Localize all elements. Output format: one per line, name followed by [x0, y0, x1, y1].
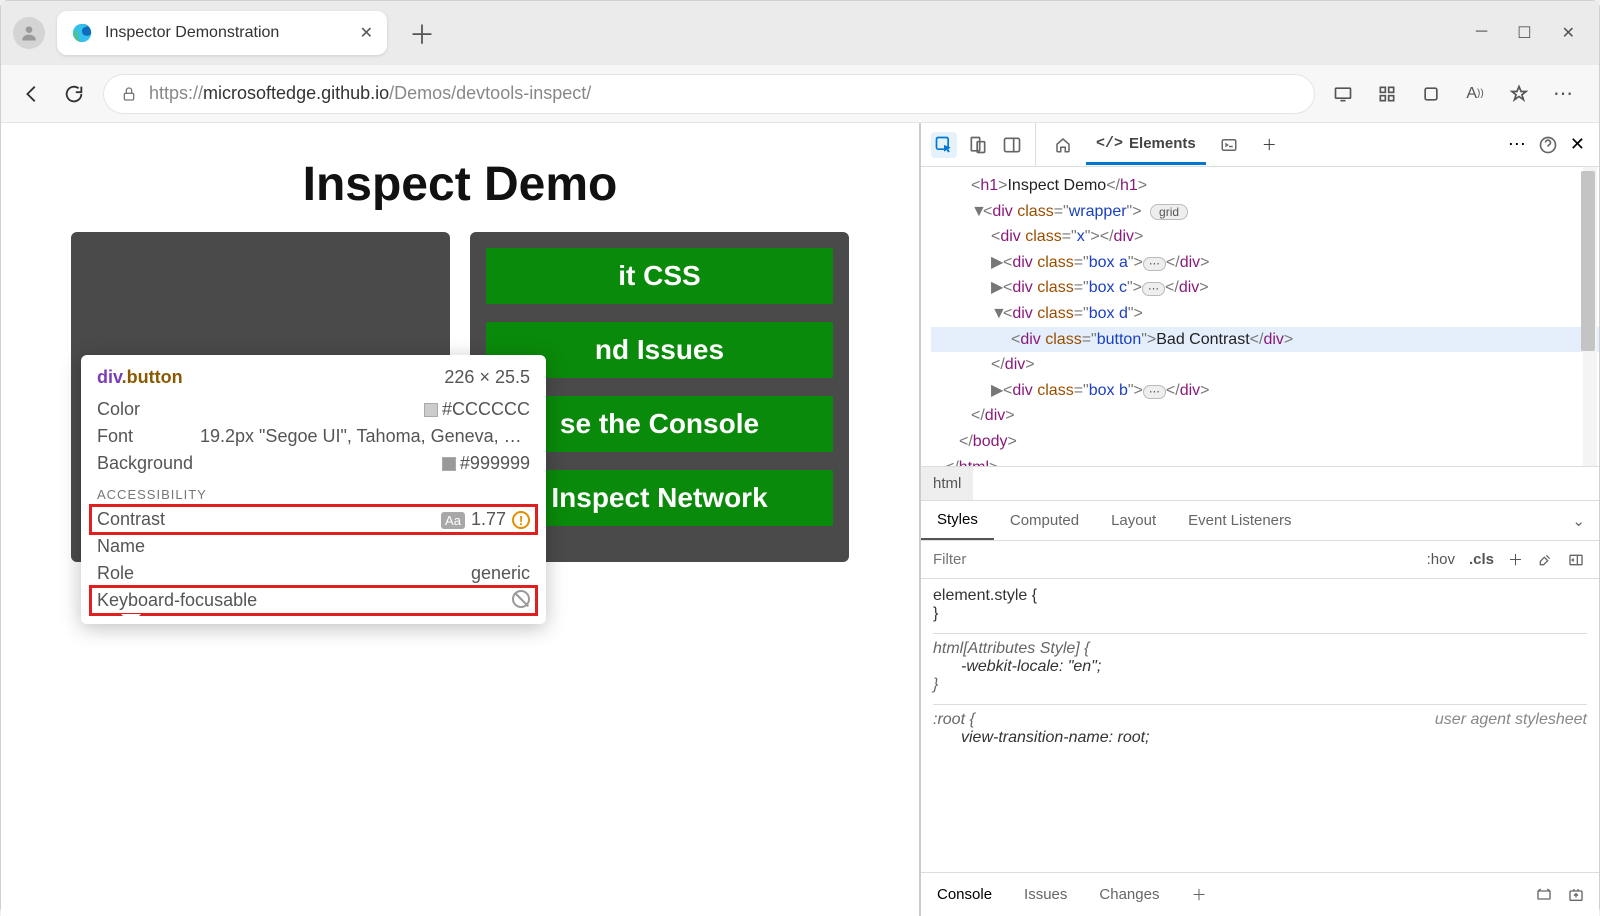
person-icon — [19, 23, 39, 43]
styles-filter-input[interactable] — [921, 541, 1413, 578]
toolbar-icons: A)) ⋯ — [1331, 82, 1581, 106]
new-tab-button[interactable]: ＋ — [399, 15, 445, 52]
chevron-down-icon[interactable]: ⌄ — [1558, 512, 1599, 530]
collections-icon[interactable] — [1419, 82, 1443, 106]
keyboard-focusable-row: Keyboard-focusable — [91, 587, 536, 614]
page-heading: Inspect Demo — [11, 157, 909, 212]
drawer-issues-tab[interactable]: Issues — [1008, 876, 1083, 913]
address-bar[interactable]: https://microsoftedge.github.io/Demos/de… — [103, 74, 1315, 114]
lock-icon — [121, 85, 137, 103]
styles-pane[interactable]: element.style {} html[Attributes Style] … — [921, 579, 1599, 872]
drawer-icon-1[interactable] — [1535, 887, 1553, 903]
warning-icon: ! — [512, 511, 530, 529]
hov-toggle[interactable]: :hov — [1427, 551, 1455, 568]
maximize-icon[interactable]: ☐ — [1517, 23, 1531, 43]
window-controls: ─ ☐ ✕ — [1476, 23, 1587, 43]
back-button[interactable] — [19, 81, 45, 107]
event-listeners-tab[interactable]: Event Listeners — [1172, 502, 1307, 539]
green-button[interactable]: it CSS — [486, 248, 833, 304]
devtools-panel: </>Elements ＋ ⋯ ✕ <h1>Inspect Demo</h1> … — [919, 123, 1599, 916]
dom-tree[interactable]: <h1>Inspect Demo</h1> ▼<div class="wrapp… — [921, 167, 1599, 467]
drawer-console-tab[interactable]: Console — [921, 876, 1008, 913]
device-toggle-icon[interactable] — [965, 132, 991, 158]
not-allowed-icon — [512, 590, 530, 608]
read-aloud-icon[interactable]: A)) — [1463, 82, 1487, 106]
url-text: https://microsoftedge.github.io/Demos/de… — [149, 83, 591, 104]
desktop-icon[interactable] — [1331, 82, 1355, 106]
tooltip-dimensions: 226 × 25.5 — [444, 367, 530, 388]
styles-filter-row: :hov .cls ＋ — [921, 541, 1599, 579]
cls-toggle[interactable]: .cls — [1469, 551, 1494, 568]
more-icon[interactable]: ⋯ — [1551, 82, 1575, 106]
inspect-tooltip: div.button 226 × 25.5 Color#CCCCCC Font1… — [81, 355, 546, 624]
a11y-heading: ACCESSIBILITY — [97, 487, 530, 502]
browser-tab-strip: Inspector Demonstration ✕ ＋ ─ ☐ ✕ — [1, 1, 1599, 65]
close-devtools-icon[interactable]: ✕ — [1570, 134, 1585, 155]
help-icon[interactable] — [1538, 135, 1558, 155]
more-tools-icon[interactable]: ⋯ — [1508, 134, 1526, 155]
scrollbar[interactable] — [1583, 167, 1597, 466]
new-style-icon[interactable]: ＋ — [1508, 549, 1523, 570]
elements-tab[interactable]: </>Elements — [1086, 125, 1206, 165]
selected-dom-node[interactable]: <div class="button">Bad Contrast</div> — [931, 327, 1599, 353]
minimize-icon[interactable]: ─ — [1476, 23, 1487, 43]
favorite-icon[interactable] — [1507, 82, 1531, 106]
styles-tabs: Styles Computed Layout Event Listeners ⌄ — [921, 501, 1599, 541]
browser-tab[interactable]: Inspector Demonstration ✕ — [57, 11, 387, 55]
styles-tab[interactable]: Styles — [921, 501, 994, 540]
breadcrumbs[interactable]: html — [921, 467, 1599, 501]
drawer-add-tab[interactable]: ＋ — [1175, 874, 1222, 915]
edge-icon — [71, 22, 93, 44]
welcome-tab[interactable] — [1044, 126, 1082, 164]
drawer: Console Issues Changes ＋ — [921, 872, 1599, 916]
console-tab-icon[interactable] — [1210, 126, 1248, 164]
layout-tab[interactable]: Layout — [1095, 502, 1172, 539]
devtools-toolbar: </>Elements ＋ ⋯ ✕ — [921, 123, 1599, 167]
inspect-element-icon[interactable] — [931, 132, 957, 158]
brush-icon[interactable] — [1537, 552, 1553, 568]
refresh-button[interactable] — [61, 81, 87, 107]
close-tab-icon[interactable]: ✕ — [360, 23, 373, 43]
toolbar: https://microsoftedge.github.io/Demos/de… — [1, 65, 1599, 123]
tab-title: Inspector Demonstration — [105, 24, 348, 42]
panel-icon[interactable] — [1567, 552, 1585, 568]
page-viewport: Inspect Demo Bad Contrast it CSS nd Issu… — [1, 123, 919, 916]
dock-icon[interactable] — [999, 132, 1025, 158]
drawer-changes-tab[interactable]: Changes — [1083, 876, 1175, 913]
extensions-icon[interactable] — [1375, 82, 1399, 106]
drawer-icon-2[interactable] — [1567, 887, 1585, 903]
profile-avatar[interactable] — [13, 17, 45, 49]
tooltip-selector: div.button — [97, 367, 183, 388]
more-tabs-icon[interactable]: ＋ — [1252, 124, 1287, 165]
computed-tab[interactable]: Computed — [994, 502, 1095, 539]
contrast-row: Contrast Aa1.77! — [91, 506, 536, 533]
close-window-icon[interactable]: ✕ — [1562, 23, 1575, 43]
